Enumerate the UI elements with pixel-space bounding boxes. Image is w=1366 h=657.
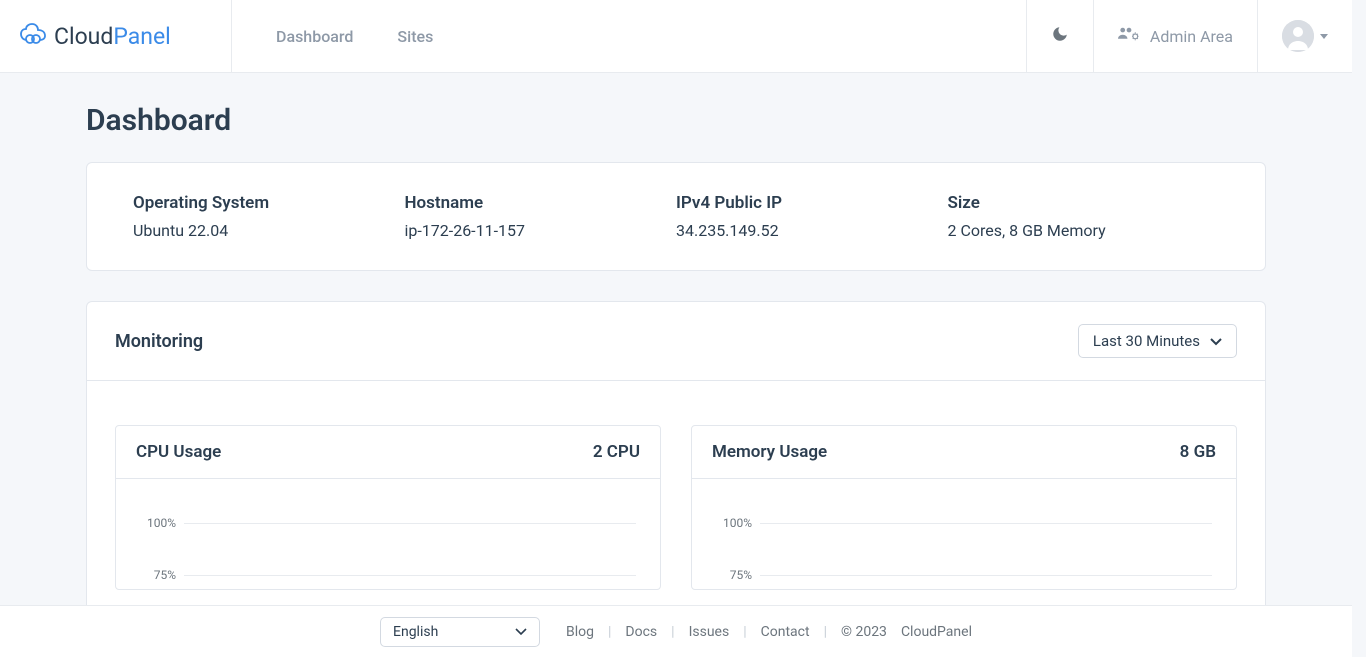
logo-text-panel: Panel	[113, 23, 170, 50]
nav-sites[interactable]: Sites	[397, 27, 433, 46]
admin-area-link[interactable]: Admin Area	[1093, 0, 1257, 72]
info-size-label: Size	[948, 193, 1220, 213]
header: CloudPanel Dashboard Sites	[0, 0, 1352, 73]
users-gear-icon	[1118, 25, 1140, 47]
footer-issues-link[interactable]: Issues	[689, 624, 730, 640]
logo-text-cloud: Cloud	[54, 23, 113, 50]
memory-chart-card: Memory Usage 8 GB 100% 75%	[691, 425, 1237, 590]
header-right: Admin Area	[1026, 0, 1352, 72]
chart-gridline-line	[760, 575, 1212, 576]
footer-separator: |	[824, 624, 827, 640]
logo-text: CloudPanel	[54, 23, 171, 50]
cpu-chart-body: 100% 75%	[116, 479, 660, 589]
footer: English Blog | Docs | Issues | Contact |…	[0, 605, 1352, 657]
main-content: Dashboard Operating System Ubuntu 22.04 …	[0, 73, 1352, 657]
footer-separator: |	[743, 624, 746, 640]
info-ip-label: IPv4 Public IP	[676, 193, 948, 213]
nav-dashboard[interactable]: Dashboard	[276, 27, 353, 46]
cpu-chart-header: CPU Usage 2 CPU	[116, 426, 660, 479]
footer-separator: |	[608, 624, 611, 640]
monitoring-card: Monitoring Last 30 Minutes CPU Usage 2 C…	[86, 301, 1266, 635]
footer-copyright: © 2023	[841, 624, 887, 640]
chart-gridline: 100%	[140, 497, 636, 549]
logo: CloudPanel	[20, 23, 171, 50]
footer-contact-link[interactable]: Contact	[761, 624, 810, 640]
chart-gridline: 100%	[716, 497, 1212, 549]
info-ip-value: 34.235.149.52	[676, 221, 948, 240]
info-os-value: Ubuntu 22.04	[133, 221, 405, 240]
footer-docs-link[interactable]: Docs	[625, 624, 657, 640]
monitoring-body: CPU Usage 2 CPU 100% 75%	[87, 381, 1265, 634]
chart-tick-label: 100%	[716, 516, 760, 530]
footer-separator: |	[671, 624, 674, 640]
chevron-down-icon	[515, 624, 527, 640]
theme-toggle[interactable]	[1026, 0, 1093, 72]
admin-area-label: Admin Area	[1150, 27, 1233, 46]
cpu-chart-title: CPU Usage	[136, 442, 221, 462]
info-size-value: 2 Cores, 8 GB Memory	[948, 221, 1220, 240]
avatar-icon	[1282, 20, 1314, 52]
chart-gridline-line	[184, 575, 636, 576]
chart-tick-label: 75%	[140, 568, 184, 582]
monitoring-header: Monitoring Last 30 Minutes	[87, 302, 1265, 381]
info-hostname: Hostname ip-172-26-11-157	[405, 193, 677, 240]
moon-icon	[1051, 25, 1069, 47]
cpu-chart-card: CPU Usage 2 CPU 100% 75%	[115, 425, 661, 590]
info-host-value: ip-172-26-11-157	[405, 221, 677, 240]
user-menu[interactable]	[1257, 0, 1352, 72]
chart-gridline: 75%	[716, 549, 1212, 589]
language-label: English	[393, 624, 438, 640]
info-os: Operating System Ubuntu 22.04	[133, 193, 405, 240]
chevron-down-icon	[1320, 34, 1328, 39]
memory-chart-sub: 8 GB	[1180, 442, 1216, 462]
time-range-label: Last 30 Minutes	[1093, 332, 1200, 350]
memory-chart-title: Memory Usage	[712, 442, 827, 462]
memory-chart-body: 100% 75%	[692, 479, 1236, 589]
chart-gridline: 75%	[140, 549, 636, 589]
info-ip: IPv4 Public IP 34.235.149.52	[676, 193, 948, 240]
chevron-down-icon	[1210, 332, 1222, 350]
monitoring-title: Monitoring	[115, 331, 203, 352]
cloud-icon	[20, 23, 46, 49]
info-host-label: Hostname	[405, 193, 677, 213]
system-info-card: Operating System Ubuntu 22.04 Hostname i…	[86, 162, 1266, 271]
time-range-dropdown[interactable]: Last 30 Minutes	[1078, 324, 1237, 358]
language-select[interactable]: English	[380, 617, 540, 647]
chart-gridline-line	[760, 523, 1212, 524]
chart-gridline-line	[184, 523, 636, 524]
footer-brand: CloudPanel	[901, 624, 972, 640]
memory-chart-header: Memory Usage 8 GB	[692, 426, 1236, 479]
nav: Dashboard Sites	[232, 0, 1026, 72]
info-os-label: Operating System	[133, 193, 405, 213]
chart-tick-label: 100%	[140, 516, 184, 530]
page-title: Dashboard	[86, 103, 1266, 138]
info-size: Size 2 Cores, 8 GB Memory	[948, 193, 1220, 240]
cpu-chart-sub: 2 CPU	[593, 442, 640, 462]
logo-section[interactable]: CloudPanel	[0, 0, 232, 72]
footer-blog-link[interactable]: Blog	[566, 624, 594, 640]
chart-tick-label: 75%	[716, 568, 760, 582]
